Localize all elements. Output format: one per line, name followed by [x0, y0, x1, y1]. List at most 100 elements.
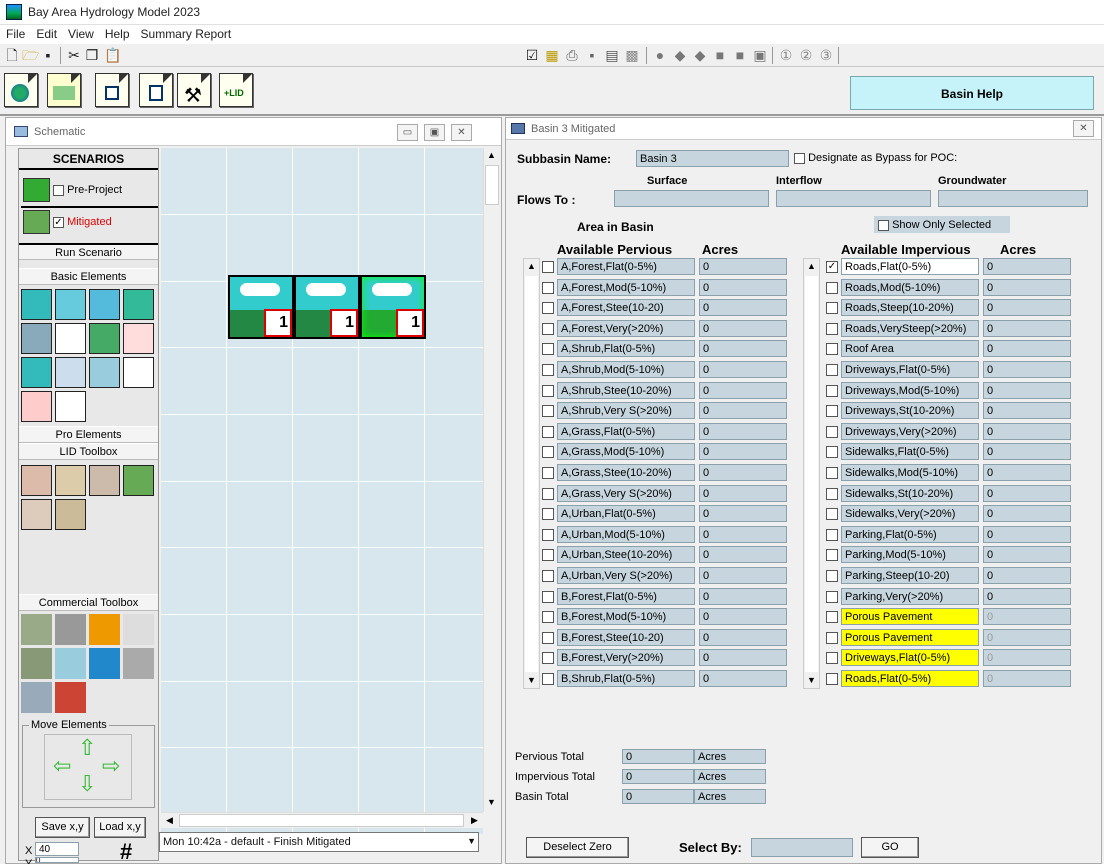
- pervious-row-acres[interactable]: 0: [699, 587, 787, 605]
- grid-toggle-icon[interactable]: #: [120, 839, 132, 864]
- pervious-row-checkbox[interactable]: [542, 343, 554, 356]
- gravel-trench-icon[interactable]: [89, 323, 120, 354]
- pervious-row[interactable]: B,Forest,Stee(10-20) 0: [542, 628, 792, 646]
- impervious-row[interactable]: ✓ Roads,Flat(0-5%) 0: [826, 258, 1076, 275]
- impervious-row-acres[interactable]: 0: [983, 402, 1071, 420]
- impervious-row-acres[interactable]: 0: [983, 319, 1071, 337]
- impervious-row-checkbox[interactable]: [826, 528, 838, 541]
- pervious-row[interactable]: A,Urban,Stee(10-20%) 0: [542, 546, 792, 564]
- pervious-row-checkbox[interactable]: [542, 631, 554, 644]
- impervious-row-acres[interactable]: 0: [983, 505, 1071, 523]
- paste-icon[interactable]: 📋: [104, 47, 121, 63]
- pervious-scroll-up-icon[interactable]: ▲: [524, 259, 539, 274]
- analysis-chart-icon[interactable]: [95, 73, 129, 107]
- bypass-checkbox[interactable]: Designate as Bypass for POC:: [794, 152, 957, 164]
- chamber-icon[interactable]: [55, 614, 86, 645]
- select-by-field[interactable]: [751, 838, 853, 857]
- pervious-row-acres[interactable]: 0: [699, 299, 787, 317]
- impervious-row-acres[interactable]: 0: [983, 484, 1071, 502]
- impervious-row[interactable]: Roads,VerySteep(>20%) 0: [826, 319, 1076, 337]
- impervious-row-acres[interactable]: 0: [983, 340, 1071, 358]
- impervious-row[interactable]: Roads,Flat(0-5%) 0: [826, 670, 1076, 687]
- pervious-row-acres[interactable]: 0: [699, 649, 787, 667]
- pervious-row-checkbox[interactable]: [542, 446, 554, 459]
- impervious-row-checkbox[interactable]: [826, 425, 838, 438]
- pervious-row-checkbox[interactable]: [542, 364, 554, 376]
- one-icon[interactable]: ①: [778, 47, 794, 63]
- y-field[interactable]: 0: [35, 857, 79, 863]
- tank-stand-icon[interactable]: [123, 614, 154, 645]
- infiltration-icon[interactable]: [55, 465, 86, 496]
- swale-icon[interactable]: [123, 465, 154, 496]
- pervious-row-checkbox[interactable]: [542, 673, 554, 685]
- pervious-row-acres[interactable]: 0: [699, 525, 787, 543]
- vault-icon[interactable]: [55, 323, 86, 354]
- impervious-row[interactable]: Driveways,Flat(0-5%) 0: [826, 649, 1076, 667]
- pervious-row[interactable]: B,Forest,Flat(0-5%) 0: [542, 587, 792, 605]
- pipe-element-icon[interactable]: [89, 289, 120, 320]
- permeable-pavement-icon[interactable]: [55, 499, 86, 530]
- scroll-down-icon[interactable]: ▼: [484, 795, 499, 810]
- water-treatment-icon[interactable]: [89, 648, 120, 679]
- grid-icon[interactable]: ▩: [624, 47, 640, 63]
- impervious-row[interactable]: Sidewalks,Very(>20%) 0: [826, 505, 1076, 523]
- pervious-row[interactable]: A,Grass,Very S(>20%) 0: [542, 484, 792, 502]
- impervious-row-checkbox[interactable]: [826, 652, 838, 665]
- pervious-row-acres[interactable]: 0: [699, 670, 787, 687]
- pervious-row-checkbox[interactable]: [542, 261, 554, 273]
- pervious-row[interactable]: B,Forest,Mod(5-10%) 0: [542, 608, 792, 626]
- disk-icon[interactable]: ▪: [584, 47, 600, 63]
- impervious-row-checkbox[interactable]: [826, 384, 838, 397]
- pervious-row[interactable]: A,Grass,Mod(5-10%) 0: [542, 443, 792, 461]
- lateral-basin-icon[interactable]: [123, 289, 154, 320]
- pervious-row-checkbox[interactable]: [542, 590, 554, 603]
- pervious-row-checkbox[interactable]: [542, 384, 554, 397]
- lid-toolbox-label[interactable]: LID Toolbox: [19, 443, 158, 460]
- point-of-compliance-icon[interactable]: [21, 391, 52, 422]
- impervious-row-acres[interactable]: 0: [983, 258, 1071, 275]
- impervious-row[interactable]: Sidewalks,Flat(0-5%) 0: [826, 443, 1076, 461]
- impervious-row-checkbox[interactable]: [826, 508, 838, 521]
- pervious-row-acres[interactable]: 0: [699, 319, 787, 337]
- impervious-row[interactable]: Sidewalks,Mod(5-10%) 0: [826, 464, 1076, 481]
- tools-icon[interactable]: ⚒: [177, 73, 211, 107]
- pervious-row-checkbox[interactable]: [542, 528, 554, 541]
- impervious-row[interactable]: Parking,Steep(10-20) 0: [826, 567, 1076, 584]
- pervious-row[interactable]: A,Urban,Mod(5-10%) 0: [542, 525, 792, 543]
- arch-chamber-icon[interactable]: [89, 614, 120, 645]
- impervious-row-acres[interactable]: 0: [983, 525, 1071, 543]
- channel-icon[interactable]: [21, 323, 52, 354]
- basin-help-button[interactable]: Basin Help: [850, 76, 1094, 110]
- impervious-row-checkbox[interactable]: [826, 343, 838, 356]
- pervious-row[interactable]: A,Shrub,Mod(5-10%) 0: [542, 361, 792, 378]
- pervious-row-checkbox[interactable]: [542, 467, 554, 479]
- impervious-row[interactable]: Driveways,Flat(0-5%) 0: [826, 361, 1076, 378]
- menu-file[interactable]: File: [0, 25, 30, 41]
- pipe-icon[interactable]: ◆: [672, 47, 688, 63]
- arrow-left-icon[interactable]: ⇦: [53, 755, 71, 777]
- impervious-row[interactable]: Porous Pavement 0: [826, 608, 1076, 626]
- pervious-row[interactable]: A,Forest,Flat(0-5%) 0: [542, 258, 792, 275]
- menu-help[interactable]: Help: [99, 25, 135, 41]
- impervious-row-checkbox[interactable]: [826, 673, 838, 685]
- scroll-thumb-horizontal[interactable]: [179, 814, 464, 827]
- pervious-row-acres[interactable]: 0: [699, 505, 787, 523]
- run-scenario-button[interactable]: Run Scenario: [19, 243, 158, 260]
- block-icon[interactable]: ■: [732, 47, 748, 63]
- trapezoidal-pond-icon[interactable]: [55, 289, 86, 320]
- pro-elements-label[interactable]: Pro Elements: [19, 426, 158, 443]
- pervious-row[interactable]: A,Forest,Mod(5-10%) 0: [542, 278, 792, 296]
- pervious-row-acres[interactable]: 0: [699, 567, 787, 584]
- impervious-row[interactable]: Sidewalks,St(10-20%) 0: [826, 484, 1076, 502]
- report-document-icon[interactable]: [139, 73, 173, 107]
- impervious-row[interactable]: Driveways,St(10-20%) 0: [826, 402, 1076, 420]
- status-dropdown-icon[interactable]: ▼: [467, 836, 476, 846]
- pervious-row-acres[interactable]: 0: [699, 484, 787, 502]
- pervious-row[interactable]: A,Grass,Flat(0-5%) 0: [542, 422, 792, 440]
- modular-block-icon[interactable]: [21, 648, 52, 679]
- print-icon[interactable]: ⎙: [564, 47, 580, 63]
- pervious-row[interactable]: B,Shrub,Flat(0-5%) 0: [542, 670, 792, 687]
- impervious-row-acres[interactable]: 0: [983, 628, 1071, 646]
- scroll-left-icon[interactable]: ◀: [162, 813, 177, 828]
- pervious-row-checkbox[interactable]: [542, 322, 554, 335]
